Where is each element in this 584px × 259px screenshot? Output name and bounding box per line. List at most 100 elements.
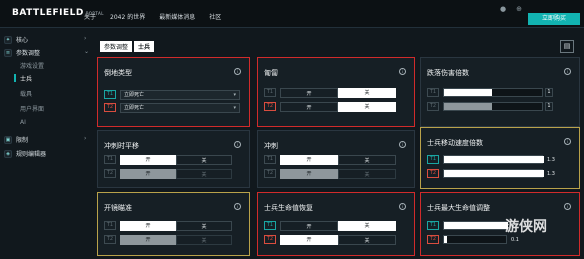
toggle-on-option[interactable]: 开 [120, 221, 176, 231]
sidebar-item-restrictions[interactable]: ▣ 限制 [4, 135, 28, 144]
slider-fill [444, 222, 508, 229]
team-1-tag: T1 [427, 155, 439, 164]
toggle-on-option[interactable]: 开 [280, 88, 338, 98]
team-1-tag: T1 [264, 155, 276, 164]
slider-track[interactable] [443, 221, 508, 230]
slider-value[interactable]: 1 [545, 102, 553, 111]
t1-sprint-toggle[interactable]: 开 关 [280, 155, 396, 165]
info-icon[interactable]: i [564, 138, 571, 145]
t2-fall-type-select[interactable]: 立即死亡 ▾ [120, 103, 240, 113]
sidebar-item-label: 核心 [16, 37, 29, 44]
toggle-off-option[interactable]: 关 [338, 169, 396, 179]
card-title: 士兵最大生命值调整 [427, 204, 490, 212]
t1-sprint-strafe-toggle[interactable]: 开 关 [120, 155, 232, 165]
toggle-off-option[interactable]: 关 [338, 155, 396, 165]
toggle-on-option[interactable]: 开 [280, 102, 338, 112]
toggle-on-option[interactable]: 开 [280, 235, 338, 245]
sidebar-item-core[interactable]: ✦ 核心 [4, 35, 28, 44]
toggle-off-option[interactable]: 关 [338, 88, 396, 98]
avatar-icon[interactable]: ● [500, 5, 506, 13]
t1-regen-toggle[interactable]: 开 关 [280, 221, 396, 231]
nav-community[interactable]: 社区 [209, 12, 221, 21]
info-icon[interactable]: i [399, 141, 406, 148]
toggle-on-option[interactable]: 开 [280, 221, 338, 231]
info-icon[interactable]: i [399, 68, 406, 75]
toggle-on-option[interactable]: 开 [280, 155, 338, 165]
info-icon[interactable]: i [564, 203, 571, 210]
team-1-tag: T1 [427, 221, 439, 230]
nav-media[interactable]: 最新媒体消息 [159, 12, 195, 21]
save-icon[interactable]: ▤ [560, 40, 574, 53]
card-title: 跌落伤害倍数 [427, 69, 469, 77]
team-2-tag: T2 [104, 169, 116, 178]
t2-fall-damage-slider[interactable]: 1 [443, 102, 553, 111]
select-value: 立即死亡 [124, 105, 145, 111]
toggle-off-option[interactable]: 关 [176, 169, 232, 179]
slider-track[interactable] [443, 102, 543, 111]
toggle-on-option[interactable]: 开 [120, 155, 176, 165]
slider-value[interactable]: 1.3 [547, 157, 555, 163]
t2-max-health-slider[interactable]: 0.1 [443, 235, 519, 244]
t2-regen-toggle[interactable]: 开 关 [280, 235, 396, 245]
slider-value[interactable]: 0.1 [511, 237, 519, 243]
t2-sprint-strafe-toggle[interactable]: 开 关 [120, 169, 232, 179]
toggle-on-option[interactable]: 开 [120, 235, 176, 245]
t2-move-speed-slider[interactable]: 1.3 [443, 169, 555, 178]
info-icon[interactable]: i [399, 203, 406, 210]
t2-sprint-toggle[interactable]: 开 关 [280, 169, 396, 179]
sidebar-sub-vehicle[interactable]: 载具 [20, 89, 32, 98]
slider-value[interactable]: 1 [545, 88, 553, 97]
sidebar-sub-ui[interactable]: 用户界面 [20, 104, 44, 113]
toggle-off-option[interactable]: 关 [338, 235, 396, 245]
sidebar-item-label: 规则编辑器 [16, 151, 47, 158]
t1-max-health-slider[interactable]: 5 [443, 221, 514, 230]
sidebar-sub-game-settings[interactable]: 游戏设置 [20, 61, 44, 70]
toggle-off-option[interactable]: 关 [338, 102, 396, 112]
t1-fall-damage-slider[interactable]: 1 [443, 88, 553, 97]
buy-now-button[interactable]: 立即购买 [528, 13, 580, 25]
t1-fall-type-select[interactable]: 立即死亡 ▾ [120, 90, 240, 100]
team-2-tag: T2 [427, 102, 439, 111]
t1-ads-toggle[interactable]: 开 关 [120, 221, 232, 231]
toggle-off-option[interactable]: 关 [338, 221, 396, 231]
slider-track[interactable] [443, 235, 507, 244]
slider-track[interactable] [443, 169, 544, 178]
toggle-off-option[interactable]: 关 [176, 235, 232, 245]
toggle-off-option[interactable]: 关 [176, 155, 232, 165]
sidebar-item-rules-editor[interactable]: ◈ 规则编辑器 [4, 149, 46, 158]
t1-crouch-toggle[interactable]: 开 关 [280, 88, 396, 98]
tune-icon: ≡ [4, 48, 12, 57]
sidebar-sub-soldier[interactable]: 士兵 [20, 74, 32, 83]
info-icon[interactable]: i [234, 203, 241, 210]
sidebar-sub-ai[interactable]: AI [20, 119, 26, 126]
card-title: 倒地类型 [104, 69, 132, 77]
slider-track[interactable] [443, 88, 543, 97]
nav-world-2042[interactable]: 2042 的世界 [110, 12, 145, 21]
t1-move-speed-slider[interactable]: 1.3 [443, 155, 555, 164]
nav-about[interactable]: 关于 [84, 12, 96, 21]
slider-fill [444, 156, 544, 163]
slider-track[interactable] [443, 155, 544, 164]
info-icon[interactable]: i [564, 68, 571, 75]
card-title: 开镜瞄准 [104, 204, 132, 212]
account-icon[interactable]: ⊕ [516, 5, 522, 13]
breadcrumb-parent[interactable]: 参数调整 [100, 40, 133, 52]
toggle-off-option[interactable]: 关 [176, 221, 232, 231]
t2-ads-toggle[interactable]: 开 关 [120, 235, 232, 245]
info-icon[interactable]: i [234, 141, 241, 148]
sidebar-item-tuning[interactable]: ≡ 参数调整 [4, 48, 40, 57]
team-2-tag: T2 [264, 169, 276, 178]
t2-crouch-toggle[interactable]: 开 关 [280, 102, 396, 112]
toggle-on-option[interactable]: 开 [280, 169, 338, 179]
chevron-right-icon: › [84, 135, 87, 142]
team-1-tag: T1 [264, 88, 276, 97]
restrict-icon: ▣ [4, 135, 12, 144]
info-icon[interactable]: i [234, 68, 241, 75]
chevron-down-icon: ▾ [233, 105, 236, 111]
toggle-on-option[interactable]: 开 [120, 169, 176, 179]
top-nav: 关于 2042 的世界 最新媒体消息 社区 [84, 12, 221, 21]
team-2-tag: T2 [427, 169, 439, 178]
core-icon: ✦ [4, 35, 12, 44]
slider-value[interactable]: 1.3 [547, 171, 555, 177]
team-2-tag: T2 [104, 103, 116, 112]
